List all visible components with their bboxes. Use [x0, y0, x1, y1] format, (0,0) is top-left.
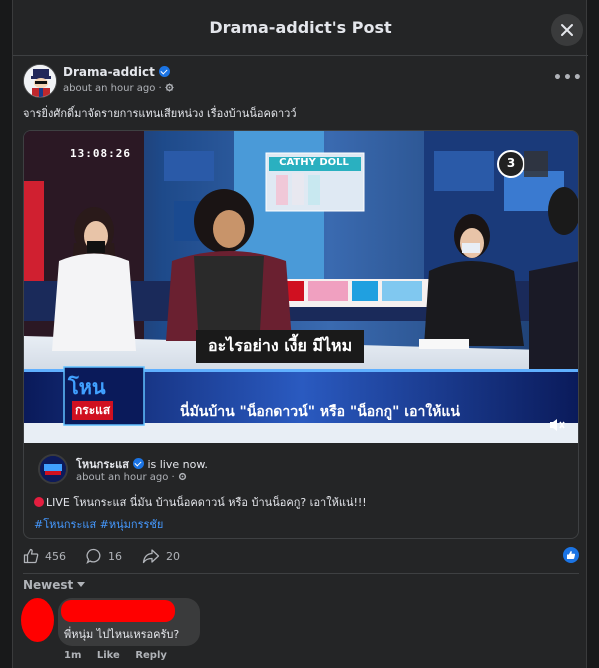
comment-like-button[interactable]: Like: [97, 650, 120, 661]
comment-time[interactable]: 1m: [64, 650, 81, 661]
shared-page-name: โหนกระแส is live now.: [76, 455, 208, 473]
reaction-bar: 456 16 20: [23, 548, 200, 564]
video-timestamp: 13:08:26: [70, 147, 131, 160]
shared-page-logo: [40, 456, 66, 482]
like-count-button[interactable]: 456: [23, 548, 66, 564]
comment-actions: 1m Like Reply: [64, 650, 179, 661]
post-time[interactable]: about an hour ago: [63, 83, 155, 94]
shared-verified-icon: [132, 458, 144, 469]
shared-gear-icon: [178, 472, 187, 481]
comment-text: พี่หนุ่ม ไปไหนเหรอครับ?: [64, 628, 180, 641]
shared-text-content: LIVE โหนกระแส นี่มัน บ้านน็อคดาวน์ หรือ …: [46, 496, 367, 509]
share-count: 20: [166, 549, 180, 563]
author-name[interactable]: Drama-addict: [63, 65, 170, 79]
video-subtitle: อะไรอย่าง เงี้ย มีไหม: [196, 330, 365, 363]
like-badge-icon: [563, 547, 579, 563]
sponsor-logo: CATHY DOLL: [279, 157, 349, 168]
video-player[interactable]: 13:08:26 CATHY DOLL 3 อะไรอย่าง เงี้ย มี…: [24, 131, 578, 443]
show-logo-bottom: กระแส: [72, 401, 114, 420]
shared-page-name-text[interactable]: โหนกระแส: [76, 458, 129, 471]
chevron-down-icon: [77, 582, 86, 587]
share-count-button[interactable]: 20: [142, 548, 180, 564]
dialog-title: Drama-addict's Post: [209, 18, 392, 37]
commenter-name-redacted[interactable]: [61, 600, 175, 622]
more-options-button[interactable]: •••: [553, 70, 583, 86]
gear-icon: [165, 83, 174, 92]
video-frame: [24, 131, 578, 443]
drama-addict-logo: [24, 65, 56, 97]
shared-post-text: LIVE โหนกระแส นี่มัน บ้านน็อคดาวน์ หรือ …: [34, 493, 367, 511]
hashtags[interactable]: #โหนกระแส #หนุ่มกรรชัย: [34, 515, 163, 533]
video-headline: นี่มันบ้าน "น็อกดาวน์" หรือ "น็อกกู" เอา…: [180, 404, 460, 420]
verified-icon: [158, 66, 170, 77]
shared-post-card[interactable]: 13:08:26 CATHY DOLL 3 อะไรอย่าง เงี้ย มี…: [23, 130, 579, 539]
close-icon: [561, 24, 573, 36]
shared-page-avatar[interactable]: [38, 454, 68, 484]
shared-meta: about an hour ago ·: [76, 472, 187, 483]
divider: [23, 573, 579, 574]
live-dot-icon: [34, 497, 44, 507]
dialog-header: Drama-addict's Post: [13, 0, 588, 56]
show-logo-top: โหน: [68, 375, 106, 399]
comment-reply-button[interactable]: Reply: [135, 650, 167, 661]
like-count: 456: [45, 549, 66, 563]
sort-label-text: Newest: [23, 578, 74, 592]
author-name-text[interactable]: Drama-addict: [63, 65, 155, 79]
author-avatar[interactable]: [23, 64, 57, 98]
ellipsis-icon: •••: [553, 70, 583, 86]
shared-time[interactable]: about an hour ago: [76, 472, 168, 483]
volume-icon[interactable]: [548, 417, 566, 433]
close-button[interactable]: [551, 14, 583, 46]
commenter-avatar-redacted[interactable]: [21, 598, 54, 642]
comment-icon: [86, 548, 101, 564]
post-dialog: Drama-addict's Post Drama-addict about a…: [12, 0, 588, 668]
post-meta: about an hour ago ·: [63, 83, 174, 94]
live-status: is live now.: [147, 458, 208, 471]
channel-number: 3: [506, 156, 516, 170]
share-icon: [142, 549, 160, 564]
comment-sort-dropdown[interactable]: Newest: [23, 578, 86, 592]
comment-count-button[interactable]: 16: [86, 548, 122, 564]
post-text: จารยิ่งศักดิ์มาจัดรายการแทนเสียหน่วง เรื…: [23, 107, 297, 120]
comment-count: 16: [108, 549, 122, 563]
like-icon: [23, 548, 39, 564]
